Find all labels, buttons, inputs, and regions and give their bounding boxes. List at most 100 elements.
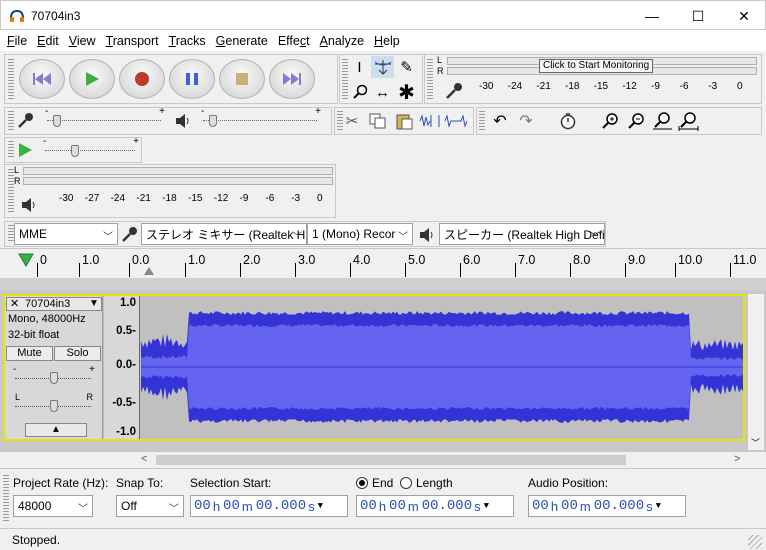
zoom-tool[interactable] [348, 81, 371, 103]
speaker-icon[interactable] [21, 197, 37, 213]
track-menu-arrow-icon[interactable]: ▼ [89, 298, 99, 309]
copy-button[interactable] [365, 109, 391, 133]
meter-left-label: L [14, 165, 20, 175]
timeline-ruler[interactable]: 0 1.0 0.0 1.0 2.0 3.0 4.0 5.0 6.0 7.0 8.0 9.0 10.0 11… [0, 248, 766, 278]
trim-button[interactable] [417, 109, 443, 133]
meter-bar-right[interactable] [23, 177, 333, 185]
vertical-scrollbar[interactable]: ﹀ [748, 294, 764, 450]
microphone-icon[interactable] [445, 81, 465, 101]
pause-button[interactable] [169, 59, 215, 99]
sync-lock-button[interactable] [555, 109, 581, 133]
horizontal-scrollbar[interactable]: < > [138, 452, 748, 468]
transport-toolbar [4, 54, 338, 104]
start-monitoring-button[interactable]: Click to Start Monitoring [539, 59, 654, 73]
waveform-display[interactable] [141, 296, 743, 439]
fit-project-icon [678, 112, 699, 131]
menu-file[interactable]: File [2, 34, 32, 48]
menu-effect[interactable]: Effect [273, 34, 315, 48]
menu-generate[interactable]: Generate [211, 34, 273, 48]
play-at-speed-icon[interactable] [17, 142, 33, 158]
menu-view[interactable]: View [64, 34, 101, 48]
playback-speed-slider[interactable]: - + [43, 136, 139, 162]
maximize-button[interactable]: ☐ [675, 1, 721, 31]
zoom-in-icon [602, 113, 618, 129]
scroll-right-icon[interactable]: > [734, 453, 740, 465]
edit-toolbar: ✂ [334, 107, 474, 135]
undo-button[interactable]: ↶ [487, 109, 513, 133]
record-button[interactable] [119, 59, 165, 99]
scroll-left-icon[interactable]: < [141, 453, 147, 465]
cut-button[interactable]: ✂ [339, 109, 365, 133]
length-radio[interactable] [400, 477, 412, 489]
minimize-button[interactable]: — [629, 1, 675, 31]
recording-device-select[interactable]: ステレオ ミキサー (Realtek Hig ﹀ [141, 223, 307, 245]
toolbar-grip[interactable] [8, 59, 14, 99]
fit-project-button[interactable] [675, 109, 701, 133]
menu-tracks[interactable]: Tracks [164, 34, 211, 48]
track-close-icon[interactable]: ✕ [10, 297, 19, 310]
end-radio[interactable] [356, 477, 368, 489]
meter-tick-label: -12 [622, 81, 637, 92]
minutes: 00 [561, 498, 578, 514]
selection-end-time[interactable]: 00 h 00 m 00.000 s ▼ [356, 495, 514, 517]
meter-tick-label: -18 [162, 193, 177, 204]
asterisk-icon: ✱ [398, 81, 415, 104]
scroll-thumb[interactable] [156, 455, 626, 465]
format-menu-arrow-icon[interactable]: ▼ [656, 501, 661, 511]
cursor-marker [144, 267, 154, 275]
zoom-in-button[interactable] [597, 109, 623, 133]
audio-track[interactable]: ✕ 70704in3 ▼ Mono, 48000Hz 32-bit float … [3, 294, 745, 441]
resize-grip[interactable] [748, 535, 762, 549]
audio-host-select[interactable]: MME ﹀ [14, 223, 118, 245]
skip-to-start-button[interactable] [19, 59, 65, 99]
meter-left-label: L [437, 55, 443, 65]
collapse-track-button[interactable]: ▲ [25, 423, 87, 437]
envelope-tool[interactable] [371, 56, 394, 78]
menu-analyze[interactable]: Analyze [315, 34, 369, 48]
silence-button[interactable] [443, 109, 469, 133]
track-gain-slider[interactable]: - + [11, 364, 97, 388]
meter-tick-label: -30 [479, 81, 494, 92]
toolbar-grip[interactable] [479, 111, 485, 131]
menu-transport[interactable]: Transport [101, 34, 164, 48]
format-menu-arrow-icon[interactable]: ▼ [484, 501, 489, 511]
track-header[interactable]: ✕ 70704in3 ▼ [6, 297, 102, 311]
mute-button[interactable]: Mute [6, 346, 53, 361]
zoom-out-button[interactable] [623, 109, 649, 133]
selection-tool[interactable]: I [348, 56, 371, 78]
snap-to-select[interactable]: Off ﹀ [116, 495, 184, 517]
paste-button[interactable] [391, 109, 417, 133]
audio-position-time[interactable]: 00 h 00 m 00.000 s ▼ [528, 495, 686, 517]
recording-channels-select[interactable]: 1 (Mono) Recor ﹀ [307, 223, 413, 245]
solo-button[interactable]: Solo [54, 346, 101, 361]
skip-to-end-button[interactable] [269, 59, 315, 99]
selection-start-time[interactable]: 00 h 00 m 00.000 s ▼ [190, 495, 348, 517]
stop-button[interactable] [219, 59, 265, 99]
project-rate-select[interactable]: 48000 ﹀ [13, 495, 93, 517]
toolbar-grip[interactable] [427, 59, 433, 101]
playback-device-select[interactable]: スピーカー (Realtek High Defi ﹀ [439, 223, 605, 245]
menu-edit[interactable]: Edit [32, 34, 64, 48]
multi-tool[interactable]: ✱ [395, 81, 418, 104]
play-button[interactable] [69, 59, 115, 99]
format-menu-arrow-icon[interactable]: ▼ [318, 501, 323, 511]
toolbar-grip[interactable] [8, 141, 14, 159]
recording-volume-slider[interactable]: - + [45, 106, 165, 132]
ruler-tick-label: 2.0 [243, 253, 261, 267]
fit-selection-button[interactable] [649, 109, 675, 133]
close-button[interactable]: ✕ [721, 1, 766, 31]
redo-button[interactable]: ↷ [513, 109, 539, 133]
amplitude-scale[interactable]: 1.0 0.5- 0.0- -0.5- -1.0 [104, 296, 140, 439]
draw-tool[interactable]: ✎ [395, 56, 418, 78]
toolbar-grip[interactable] [8, 111, 14, 131]
meter-bar-left[interactable] [23, 167, 333, 175]
track-pan-slider[interactable]: L R [11, 392, 97, 416]
double-arrow-icon: ↔ [375, 83, 390, 101]
menu-help[interactable]: Help [369, 34, 405, 48]
ruler-tick-label: 0 [40, 253, 47, 267]
seconds-unit: s [474, 498, 481, 514]
playback-volume-slider[interactable]: - + [201, 106, 321, 132]
time-shift-tool[interactable]: ↔ [371, 81, 394, 103]
recording-meter-scale: -30 -24 -21 -18 -15 -12 -9 -6 -3 0 [479, 81, 755, 95]
toolbar-grip[interactable] [3, 475, 9, 521]
